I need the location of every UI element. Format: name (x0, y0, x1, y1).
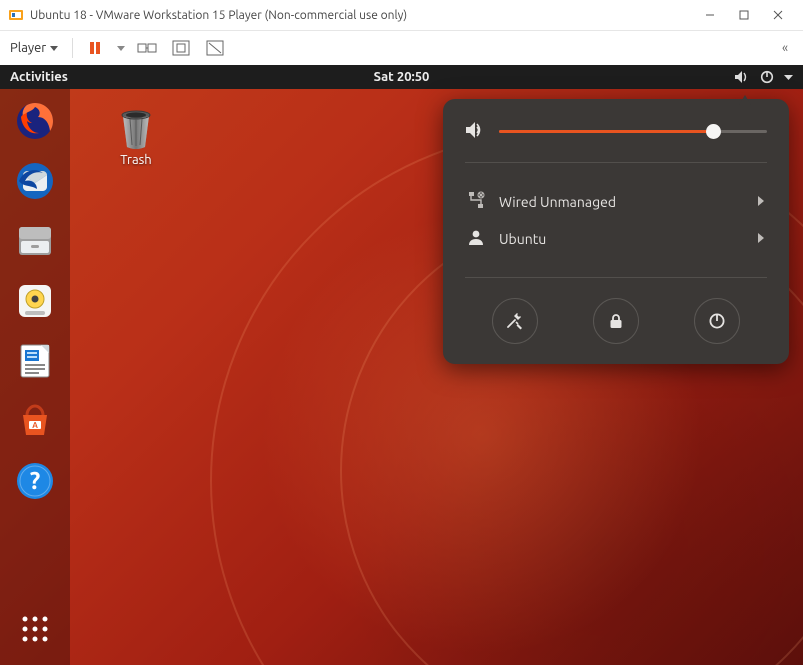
unity-mode-button[interactable] (203, 36, 227, 60)
volume-slider[interactable] (499, 130, 767, 133)
power-icon (760, 70, 774, 84)
system-actions-row (465, 298, 767, 344)
settings-button[interactable] (492, 298, 538, 344)
ubuntu-dock: A ? (0, 89, 70, 665)
volume-slider-fill (499, 130, 713, 133)
svg-text:?: ? (30, 467, 41, 494)
collapse-toolbar-button[interactable]: « (773, 36, 797, 60)
desktop-wallpaper: A ? Trash (0, 89, 803, 665)
files-launcher[interactable] (11, 217, 59, 265)
chevron-right-icon (757, 231, 765, 247)
panel-clock[interactable]: Sat 20:50 (0, 70, 803, 84)
system-menu-popover: Wired Unmanaged Ubuntu (443, 99, 789, 364)
writer-launcher[interactable] (11, 337, 59, 385)
chevron-down-icon (117, 44, 125, 52)
menu-separator (465, 277, 767, 278)
thunderbird-icon (13, 159, 57, 203)
trash-desktop-icon[interactable]: Trash (100, 105, 172, 167)
status-area[interactable] (734, 70, 793, 84)
software-launcher[interactable]: A (11, 397, 59, 445)
volume-icon (734, 70, 750, 84)
send-ctrl-alt-del-button[interactable] (135, 36, 159, 60)
svg-text:A: A (32, 421, 38, 430)
network-status-label: Wired Unmanaged (499, 194, 616, 210)
activities-button[interactable]: Activities (10, 70, 68, 84)
files-icon (13, 219, 57, 263)
gnome-top-panel: Activities Sat 20:50 (0, 65, 803, 89)
guest-desktop-area: Activities Sat 20:50 (0, 65, 803, 665)
firefox-icon (13, 99, 57, 143)
pause-vm-button[interactable] (83, 36, 107, 60)
thunderbird-launcher[interactable] (11, 157, 59, 205)
rhythmbox-icon (13, 279, 57, 323)
libreoffice-writer-icon (13, 339, 57, 383)
trash-icon (112, 105, 160, 153)
user-icon (467, 228, 485, 249)
host-window-title: Ubuntu 18 - VMware Workstation 15 Player… (30, 9, 693, 22)
fullscreen-button[interactable] (169, 36, 193, 60)
toolbar-separator (72, 38, 73, 58)
player-menu-button[interactable]: Player (6, 39, 62, 57)
lock-button[interactable] (593, 298, 639, 344)
close-button[interactable] (761, 0, 795, 30)
ubuntu-software-icon: A (13, 399, 57, 443)
vmware-icon (8, 7, 24, 23)
host-titlebar: Ubuntu 18 - VMware Workstation 15 Player… (0, 0, 803, 31)
apps-grid-icon (19, 613, 51, 645)
wired-network-icon (467, 191, 485, 212)
settings-icon (505, 311, 525, 331)
volume-row (465, 121, 767, 142)
menu-separator (465, 162, 767, 163)
volume-slider-thumb[interactable] (706, 124, 721, 139)
firefox-launcher[interactable] (11, 97, 59, 145)
power-icon (708, 312, 726, 330)
volume-icon (465, 121, 485, 142)
trash-label: Trash (100, 153, 172, 167)
help-launcher[interactable]: ? (11, 457, 59, 505)
chevron-down-icon (50, 44, 58, 52)
user-menu-item[interactable]: Ubuntu (465, 220, 767, 257)
lock-icon (607, 312, 625, 330)
user-name-label: Ubuntu (499, 231, 546, 247)
chevron-down-icon (784, 73, 793, 82)
host-toolbar: Player « (0, 31, 803, 66)
show-applications-button[interactable] (11, 605, 59, 653)
power-button[interactable] (694, 298, 740, 344)
maximize-button[interactable] (727, 0, 761, 30)
help-icon: ? (13, 459, 57, 503)
network-menu-item[interactable]: Wired Unmanaged (465, 183, 767, 220)
minimize-button[interactable] (693, 0, 727, 30)
player-menu-label: Player (10, 41, 46, 55)
chevron-right-icon (757, 194, 765, 210)
rhythmbox-launcher[interactable] (11, 277, 59, 325)
